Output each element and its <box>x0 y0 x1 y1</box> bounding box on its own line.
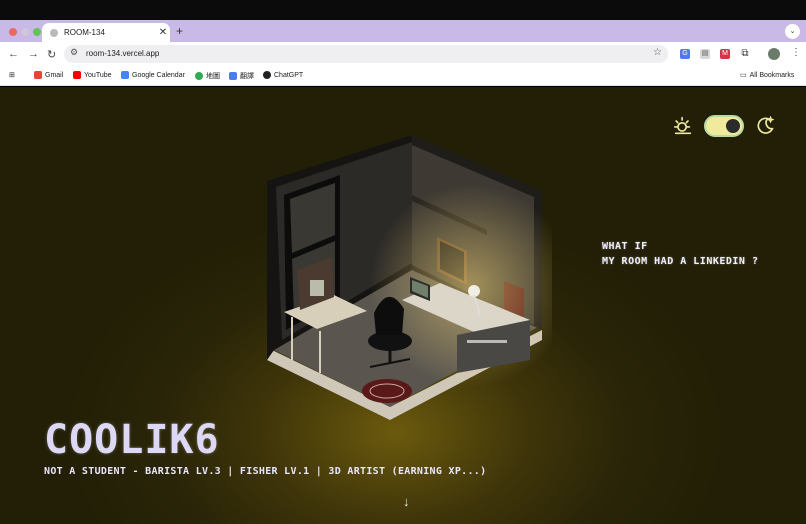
gmail-icon <box>34 71 42 79</box>
theme-toggle-row <box>672 115 776 137</box>
maximize-window-button[interactable] <box>33 28 41 36</box>
hero-subtitle: NOT A STUDENT - BARISTA LV.3 | FISHER LV… <box>44 466 487 477</box>
coffee-machine-panel <box>310 280 324 296</box>
page-viewport: WHAT IF MY ROOM HAD A LINKEDIN ? COOLIK6… <box>0 87 806 524</box>
toggle-knob <box>726 119 740 133</box>
bookmark-maps[interactable]: 地圖 <box>195 71 220 81</box>
extensions-puzzle-icon[interactable]: ⧉ <box>740 49 750 59</box>
reload-icon[interactable]: ↻ <box>47 48 56 61</box>
profile-avatar[interactable] <box>768 48 780 60</box>
browser-toolbar: ← → ↻ ⚙ room-134.vercel.app ☆ G ▤ M ⧉ ⋮ <box>0 42 806 66</box>
red-extension-icon[interactable]: M <box>720 49 730 59</box>
calendar-icon <box>121 71 129 79</box>
address-bar[interactable]: ⚙ room-134.vercel.app ☆ <box>64 45 668 63</box>
reader-extension-icon[interactable]: ▤ <box>700 49 710 59</box>
bookmark-translate[interactable]: 翻譯 <box>229 71 254 81</box>
system-top-bar <box>0 0 806 20</box>
translate-icon <box>229 72 237 80</box>
drawer-handle <box>467 340 507 343</box>
tab-close-icon[interactable]: ✕ <box>156 27 170 38</box>
url-text: room-134.vercel.app <box>86 49 160 58</box>
bookmarks-bar: ⊞ Gmail YouTube Google Calendar 地圖 翻譯 Ch… <box>0 66 806 86</box>
moon-icon[interactable] <box>754 115 776 137</box>
browser-tab-strip: ROOM-134 ✕ + ⌄ <box>0 20 806 42</box>
tab-search-icon[interactable]: ⌄ <box>785 24 800 39</box>
back-arrow-icon[interactable]: ← <box>8 48 19 60</box>
folder-icon: ▭ <box>740 72 747 79</box>
maps-pin-icon <box>195 72 203 80</box>
close-window-button[interactable] <box>9 28 17 36</box>
translate-extension-icon[interactable]: G <box>680 49 690 59</box>
minimize-window-button[interactable] <box>21 28 29 36</box>
bookmark-star-icon[interactable]: ☆ <box>653 47 662 58</box>
tagline-line-2: MY ROOM HAD A LINKEDIN ? <box>602 256 759 267</box>
all-bookmarks-folder[interactable]: ▭ All Bookmarks <box>740 71 794 80</box>
youtube-icon <box>73 71 81 79</box>
bookmark-youtube[interactable]: YouTube <box>73 71 112 79</box>
menu-kebab-icon[interactable]: ⋮ <box>791 47 801 58</box>
theme-toggle-switch[interactable] <box>704 115 744 137</box>
isometric-room-illustration[interactable] <box>262 135 552 425</box>
forward-arrow-icon[interactable]: → <box>28 48 39 60</box>
hero-name: COOLIK6 <box>44 417 220 463</box>
chatgpt-icon <box>263 71 271 79</box>
tagline-line-1: WHAT IF <box>602 241 648 252</box>
site-info-icon[interactable]: ⚙ <box>70 47 78 58</box>
apps-grid-icon[interactable]: ⊞ <box>9 71 15 79</box>
new-tab-icon[interactable]: + <box>176 24 183 38</box>
bookmark-google-calendar[interactable]: Google Calendar <box>121 71 185 79</box>
tab-favicon-icon <box>50 28 58 37</box>
active-tab[interactable]: ROOM-134 ✕ <box>42 23 170 42</box>
sun-icon[interactable] <box>672 115 694 137</box>
scroll-down-arrow-icon[interactable]: ↓ <box>403 494 410 509</box>
tab-title: ROOM-134 <box>64 28 105 37</box>
bookmark-gmail[interactable]: Gmail <box>34 71 63 79</box>
tagline: WHAT IF MY ROOM HAD A LINKEDIN ? <box>602 239 759 269</box>
bookmark-chatgpt[interactable]: ChatGPT <box>263 71 303 79</box>
